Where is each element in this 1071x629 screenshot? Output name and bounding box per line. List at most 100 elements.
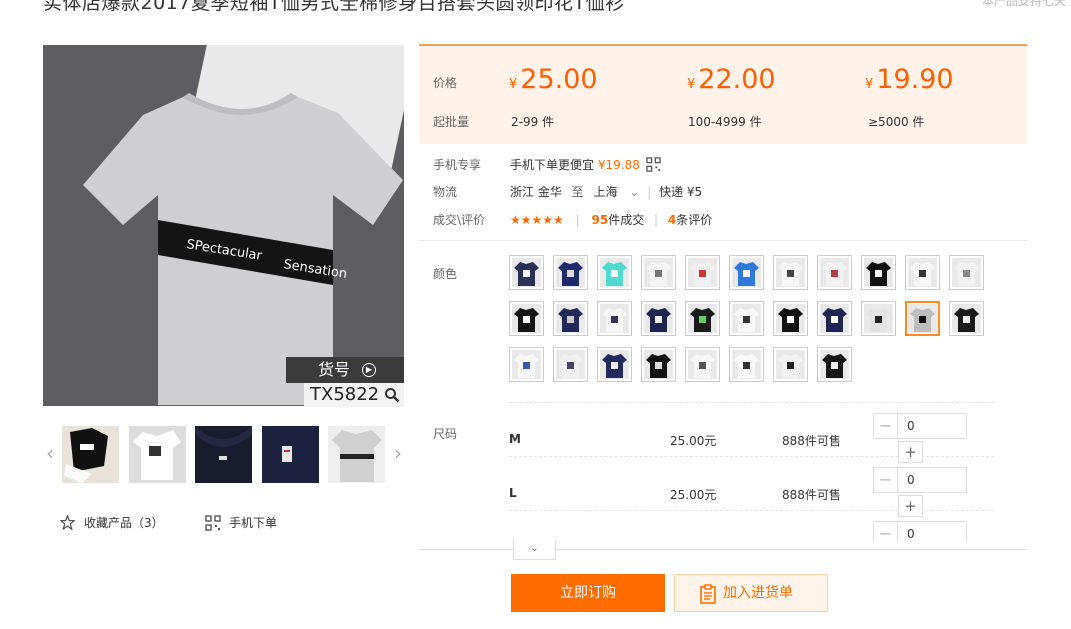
tshirt-swatch-image (688, 350, 717, 379)
tshirt-swatch-image (776, 258, 805, 287)
qr-code-icon (205, 515, 221, 531)
moq-label: 起批量 (433, 115, 470, 129)
qr-code-icon[interactable] (645, 157, 661, 172)
sold-count[interactable]: 95件成交 (592, 213, 645, 227)
mobile-order-label: 手机下单 (229, 516, 278, 530)
size-name: M (509, 432, 521, 446)
arrow-right-icon: ▶ (362, 363, 376, 377)
order-now-button[interactable]: 立即订购 (511, 574, 665, 612)
size-row: − (509, 511, 994, 540)
minus-button[interactable]: − (873, 413, 898, 439)
thumbnail-4[interactable] (262, 426, 319, 483)
quantity-input[interactable] (897, 521, 967, 540)
tshirt-swatch-image (644, 304, 673, 333)
tshirt-swatch-image (556, 350, 585, 379)
rating-stars-icon: ★★★★★ (510, 213, 564, 227)
color-swatch[interactable] (729, 255, 764, 290)
tshirt-swatch-image (600, 304, 629, 333)
thumb-prev-arrow-icon[interactable]: ‹ (43, 442, 57, 464)
size-price: 25.00元 (670, 488, 717, 502)
divider (419, 240, 1027, 241)
tshirt-swatch-image (512, 258, 541, 287)
product-title: 实体店爆款2017夏季短袖T恤男式全棉修身百搭套头圆领印花T恤衫 (43, 0, 625, 14)
size-stock: 888件可售 (782, 488, 841, 502)
mobile-exclusive-value[interactable]: 手机下单更便宜 ¥19.88 (510, 156, 661, 173)
color-swatch[interactable] (773, 255, 808, 290)
color-swatch[interactable] (773, 301, 808, 336)
tshirt-swatch-image (776, 350, 805, 379)
thumbnail-1[interactable] (62, 426, 119, 483)
service-note: 本产品支持七天 (982, 0, 1067, 8)
thumbnail-3[interactable] (195, 426, 252, 483)
color-swatch[interactable] (641, 301, 676, 336)
color-swatch[interactable] (949, 255, 984, 290)
color-swatch[interactable] (597, 301, 632, 336)
destination-select[interactable]: 上海 ⌄ (594, 185, 640, 199)
color-swatch[interactable] (817, 347, 852, 382)
logistics-label: 物流 (433, 185, 458, 199)
thumbnail-5[interactable] (328, 426, 385, 483)
tshirt-swatch-image (908, 258, 937, 287)
tshirt-swatch-image (864, 258, 893, 287)
tshirt-swatch-image (688, 258, 717, 287)
color-swatch[interactable] (861, 255, 896, 290)
magnifier-icon[interactable] (384, 387, 400, 403)
thumbnail-strip: ‹ › (43, 423, 404, 485)
tshirt-swatch-image (732, 304, 761, 333)
thumbnail-2[interactable] (129, 426, 186, 483)
color-swatch[interactable] (773, 347, 808, 382)
color-swatch[interactable] (861, 301, 896, 336)
size-row: M 25.00元 888件可售 − + (509, 403, 994, 463)
tshirt-swatch-image (952, 304, 981, 333)
color-swatch[interactable] (685, 301, 720, 336)
tshirt-swatch-image (820, 258, 849, 287)
tshirt-swatch-image (556, 258, 585, 287)
chevron-down-icon: ⌄ (629, 185, 640, 199)
color-swatch[interactable] (685, 347, 720, 382)
size-table: M 25.00元 888件可售 − + L 25.00元 888件可售 − + … (509, 402, 994, 540)
review-count[interactable]: 4条评价 (668, 213, 712, 227)
mobile-price: ¥19.88 (597, 158, 640, 172)
quantity-input[interactable] (897, 467, 967, 493)
qty-tier-2: 100-4999 件 (688, 115, 762, 129)
minus-button[interactable]: − (873, 521, 898, 540)
color-swatch[interactable] (553, 301, 588, 336)
color-swatch[interactable] (509, 255, 544, 290)
tshirt-swatch-image (864, 304, 893, 333)
color-swatch[interactable] (817, 255, 852, 290)
product-page: 实体店爆款2017夏季短袖T恤男式全棉修身百搭套头圆领印花T恤衫 本产品支持七天… (0, 0, 1071, 629)
tshirt-swatch-image (512, 304, 541, 333)
tshirt-swatch-image (600, 258, 629, 287)
quantity-input[interactable] (897, 413, 967, 439)
main-product-image[interactable]: SPectacular Sensation (43, 45, 404, 406)
color-swatch[interactable] (729, 347, 764, 382)
color-swatch[interactable] (553, 347, 588, 382)
color-swatch[interactable] (509, 301, 544, 336)
thumb-next-arrow-icon[interactable]: › (391, 442, 405, 464)
color-swatch[interactable] (685, 255, 720, 290)
expand-chevron-icon[interactable]: ⌄ (513, 540, 556, 560)
size-price: 25.00元 (670, 434, 717, 448)
color-swatch[interactable] (905, 301, 940, 336)
color-swatch[interactable] (641, 255, 676, 290)
tshirt-swatch-image (600, 350, 629, 379)
tshirt-swatch-image (776, 304, 805, 333)
quantity-stepper: − + (873, 467, 967, 517)
tshirt-swatch-image (820, 304, 849, 333)
favorite-label: 收藏产品（3） (84, 516, 164, 530)
color-swatch[interactable] (597, 347, 632, 382)
color-swatch[interactable] (905, 255, 940, 290)
color-swatch[interactable] (509, 347, 544, 382)
add-to-cart-button[interactable]: 加入进货单 (674, 574, 828, 612)
clipboard-icon (700, 584, 716, 604)
color-swatch[interactable] (641, 347, 676, 382)
tshirt-swatch-image (908, 304, 937, 333)
color-swatch[interactable] (817, 301, 852, 336)
tshirt-swatch-image (820, 350, 849, 379)
color-swatch[interactable] (729, 301, 764, 336)
color-swatch[interactable] (597, 255, 632, 290)
minus-button[interactable]: − (873, 467, 898, 493)
sku-code-text: TX5822 (310, 384, 380, 405)
color-swatch[interactable] (949, 301, 984, 336)
color-swatch[interactable] (553, 255, 588, 290)
